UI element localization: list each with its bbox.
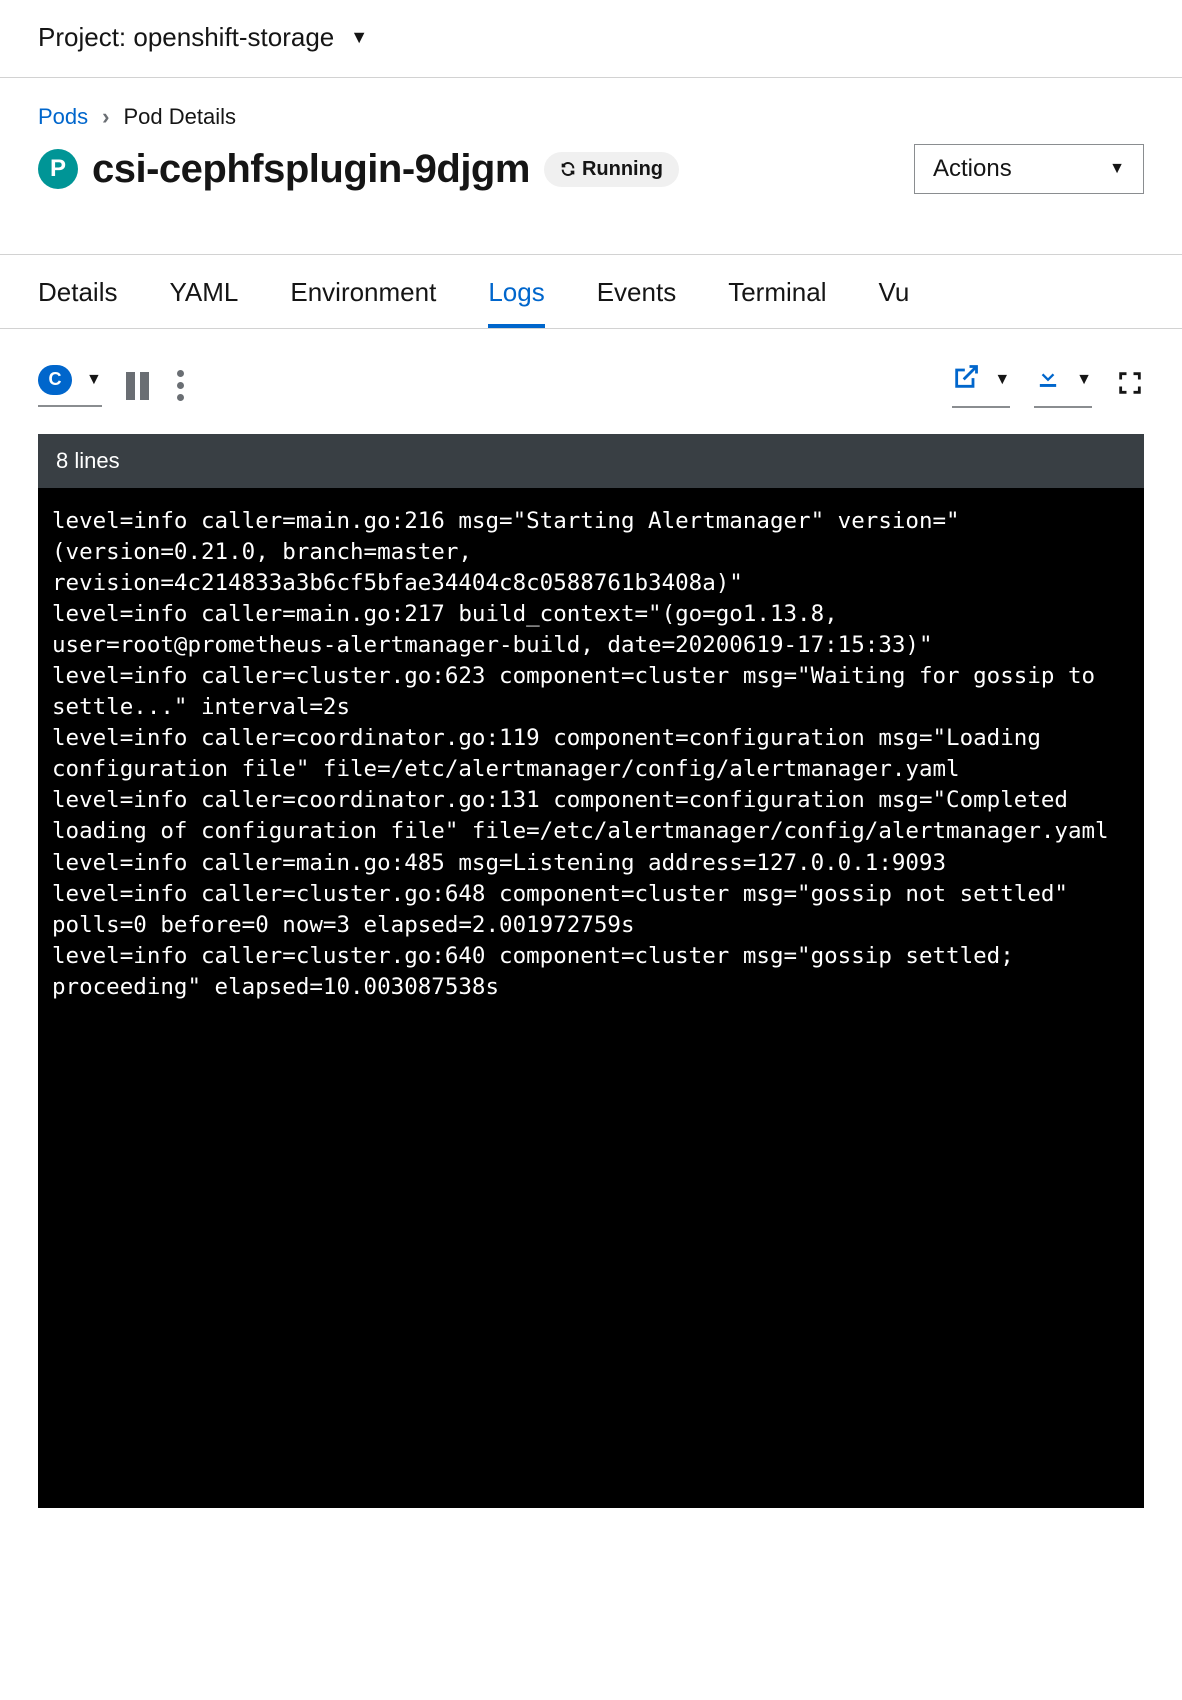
tab-vulnerabilities[interactable]: Vu [878, 255, 909, 328]
status-text: Running [582, 158, 663, 181]
pause-icon [126, 372, 149, 400]
actions-label: Actions [933, 155, 1012, 183]
chevron-right-icon: › [102, 104, 109, 130]
log-toolbar: C ▼ ▼ ▼ [0, 329, 1182, 434]
pod-resource-badge: P [38, 149, 78, 189]
log-line-count: 8 lines [38, 434, 1144, 488]
actions-dropdown[interactable]: Actions ▼ [914, 144, 1144, 194]
tab-yaml[interactable]: YAML [169, 255, 238, 328]
kebab-icon [173, 370, 188, 401]
container-selector[interactable]: C ▼ [38, 365, 102, 407]
breadcrumb-current: Pod Details [123, 104, 236, 130]
external-link-icon [952, 363, 980, 396]
pause-button[interactable] [126, 372, 149, 400]
status-badge: Running [544, 152, 679, 187]
caret-down-icon: ▼ [1109, 160, 1125, 178]
tab-logs[interactable]: Logs [488, 255, 544, 328]
download-icon [1034, 363, 1062, 396]
caret-down-icon: ▼ [1076, 371, 1092, 389]
project-label: Project: openshift-storage [38, 22, 334, 53]
tab-details[interactable]: Details [38, 255, 117, 328]
log-output[interactable]: level=info caller=main.go:216 msg="Start… [38, 488, 1144, 1508]
options-kebab[interactable] [173, 370, 188, 401]
breadcrumb: Pods › Pod Details [38, 104, 1144, 130]
open-raw-dropdown[interactable]: ▼ [952, 363, 1010, 408]
download-dropdown[interactable]: ▼ [1034, 363, 1092, 408]
tabs: Details YAML Environment Logs Events Ter… [0, 254, 1182, 329]
tab-environment[interactable]: Environment [290, 255, 436, 328]
caret-down-icon: ▼ [994, 371, 1010, 389]
caret-down-icon: ▼ [350, 27, 368, 48]
expand-icon [1116, 369, 1144, 402]
project-selector[interactable]: Project: openshift-storage ▼ [0, 0, 1182, 78]
breadcrumb-root-link[interactable]: Pods [38, 104, 88, 130]
caret-down-icon: ▼ [86, 371, 102, 389]
expand-button[interactable] [1116, 369, 1144, 402]
pod-name-title: csi-cephfsplugin-9djgm [92, 147, 530, 192]
tab-events[interactable]: Events [597, 255, 677, 328]
sync-icon [560, 161, 576, 177]
tab-terminal[interactable]: Terminal [728, 255, 826, 328]
container-chip: C [38, 365, 72, 395]
